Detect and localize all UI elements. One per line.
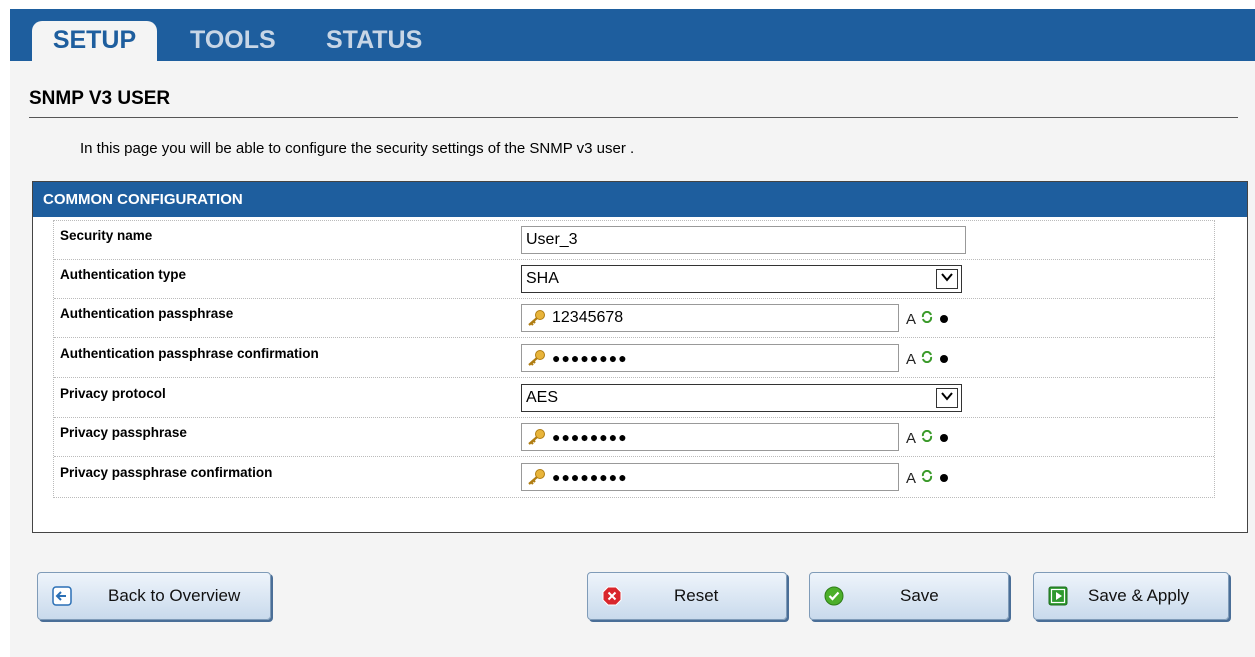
apply-icon bbox=[1048, 586, 1068, 606]
authentication-type-select[interactable]: SHA bbox=[521, 265, 962, 293]
reset-icon bbox=[602, 586, 622, 606]
refresh-icon[interactable] bbox=[921, 429, 933, 443]
config-form: Security name User_3 Authentication type… bbox=[53, 220, 1215, 498]
key-icon bbox=[528, 429, 545, 445]
save-and-apply-label: Save & Apply bbox=[1088, 586, 1190, 605]
check-icon bbox=[824, 586, 844, 606]
key-icon bbox=[528, 310, 545, 326]
key-icon bbox=[528, 469, 545, 485]
show-text-toggle[interactable]: A bbox=[906, 430, 916, 447]
mask-toggle-icon[interactable] bbox=[939, 355, 948, 364]
title-divider bbox=[29, 117, 1238, 118]
chevron-down-icon[interactable] bbox=[936, 388, 958, 408]
masked-value: ●●●●●●●● bbox=[552, 469, 628, 485]
refresh-icon[interactable] bbox=[921, 469, 933, 483]
row-authentication-passphrase-confirmation: Authentication passphrase confirmation ●… bbox=[54, 339, 1214, 378]
authentication-passphrase-confirmation-input[interactable]: ●●●●●●●● bbox=[521, 344, 899, 372]
mask-toggle-icon[interactable] bbox=[939, 434, 948, 443]
tab-setup[interactable]: SETUP bbox=[32, 21, 157, 61]
security-name-input[interactable]: User_3 bbox=[521, 226, 966, 254]
show-text-toggle[interactable]: A bbox=[906, 351, 916, 368]
privacy-protocol-value: AES bbox=[526, 389, 559, 406]
refresh-icon[interactable] bbox=[921, 310, 933, 324]
reset-label: Reset bbox=[674, 586, 719, 605]
authentication-type-value: SHA bbox=[526, 270, 559, 287]
reset-button[interactable]: Reset bbox=[587, 572, 787, 620]
save-button[interactable]: Save bbox=[809, 572, 1009, 620]
row-privacy-passphrase-confirmation: Privacy passphrase confirmation ●●●●●●●●… bbox=[54, 458, 1214, 497]
passphrase-tools: A bbox=[906, 429, 948, 447]
authentication-passphrase-value: 12345678 bbox=[552, 309, 624, 326]
save-and-apply-button[interactable]: Save & Apply bbox=[1033, 572, 1229, 620]
page-title: SNMP V3 USER bbox=[29, 88, 171, 109]
authentication-type-label: Authentication type bbox=[60, 267, 187, 282]
panel-header: COMMON CONFIGURATION bbox=[33, 182, 1247, 217]
security-name-label: Security name bbox=[60, 228, 153, 243]
mask-toggle-icon[interactable] bbox=[939, 474, 948, 483]
privacy-passphrase-confirmation-input[interactable]: ●●●●●●●● bbox=[521, 463, 899, 491]
page-intro: In this page you will be able to configu… bbox=[80, 140, 635, 157]
masked-value: ●●●●●●●● bbox=[552, 429, 628, 445]
key-icon bbox=[528, 350, 545, 366]
row-security-name: Security name User_3 bbox=[54, 221, 1214, 260]
passphrase-tools: A bbox=[906, 310, 948, 328]
privacy-protocol-label: Privacy protocol bbox=[60, 386, 166, 401]
passphrase-tools: A bbox=[906, 469, 948, 487]
tab-tools[interactable]: TOOLS bbox=[190, 21, 276, 61]
back-to-overview-label: Back to Overview bbox=[108, 586, 241, 605]
privacy-passphrase-input[interactable]: ●●●●●●●● bbox=[521, 423, 899, 451]
common-configuration-panel: COMMON CONFIGURATION Security name User_… bbox=[32, 181, 1248, 533]
show-text-toggle[interactable]: A bbox=[906, 470, 916, 487]
privacy-passphrase-confirmation-label: Privacy passphrase confirmation bbox=[60, 465, 273, 480]
show-text-toggle[interactable]: A bbox=[906, 311, 916, 328]
authentication-passphrase-label: Authentication passphrase bbox=[60, 306, 234, 321]
top-nav-bar: SETUP TOOLS STATUS bbox=[10, 9, 1255, 61]
tab-status[interactable]: STATUS bbox=[326, 21, 422, 61]
authentication-passphrase-confirmation-label: Authentication passphrase confirmation bbox=[60, 346, 319, 361]
authentication-passphrase-input[interactable]: 12345678 bbox=[521, 304, 899, 332]
back-to-overview-button[interactable]: Back to Overview bbox=[37, 572, 271, 620]
passphrase-tools: A bbox=[906, 350, 948, 368]
mask-toggle-icon[interactable] bbox=[939, 315, 948, 324]
row-authentication-type: Authentication type SHA bbox=[54, 260, 1214, 299]
chevron-down-icon[interactable] bbox=[936, 269, 958, 289]
row-privacy-protocol: Privacy protocol AES bbox=[54, 379, 1214, 418]
privacy-protocol-select[interactable]: AES bbox=[521, 384, 962, 412]
masked-value: ●●●●●●●● bbox=[552, 350, 628, 366]
row-privacy-passphrase: Privacy passphrase ●●●●●●●● A bbox=[54, 418, 1214, 457]
save-label: Save bbox=[900, 586, 939, 605]
row-authentication-passphrase: Authentication passphrase 12345678 A bbox=[54, 299, 1214, 338]
back-arrow-icon bbox=[52, 586, 72, 606]
privacy-passphrase-label: Privacy passphrase bbox=[60, 425, 187, 440]
refresh-icon[interactable] bbox=[921, 350, 933, 364]
